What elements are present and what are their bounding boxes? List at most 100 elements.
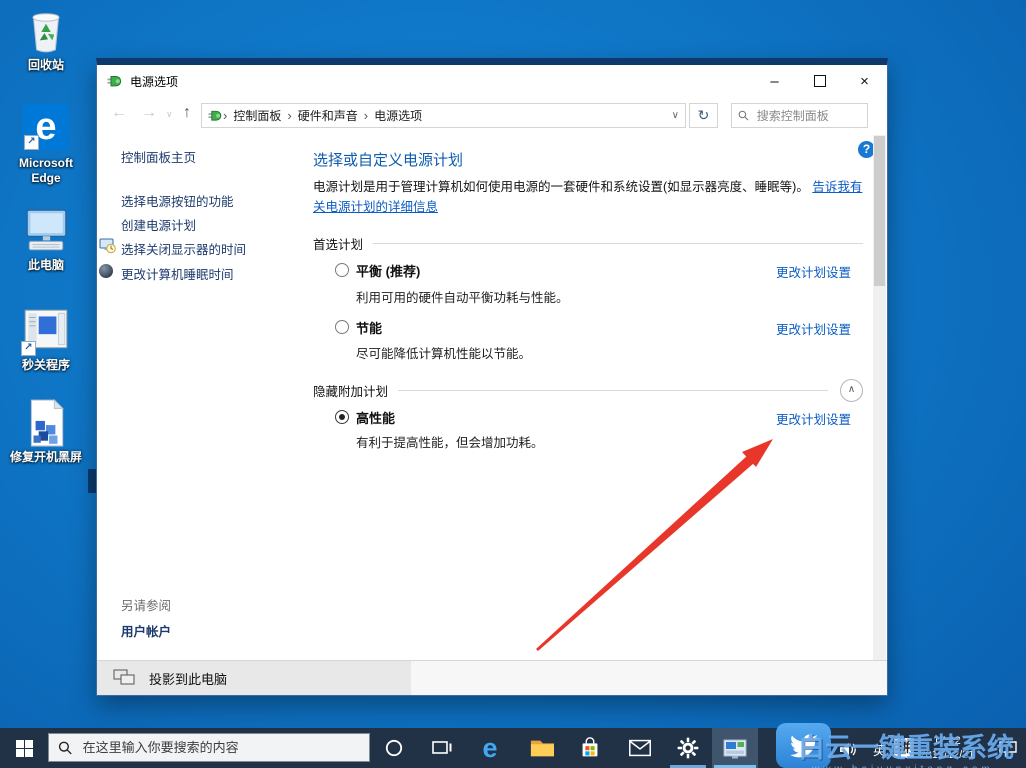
file-explorer-button[interactable]	[522, 728, 562, 768]
search-input[interactable]	[755, 108, 861, 124]
refresh-button[interactable]: ↻	[689, 103, 718, 128]
control-panel-taskbar-button[interactable]	[712, 728, 758, 768]
sidebar-item-power-buttons[interactable]: 选择电源按钮的功能	[121, 191, 234, 210]
main-pane: 选择或自定义电源计划 电源计划是用于管理计算机如何使用电源的一套硬件和系统设置(…	[313, 135, 863, 660]
address-dropdown-icon[interactable]: ∨	[672, 110, 679, 121]
sidebar-item-create-plan[interactable]: 创建电源计划	[121, 215, 196, 234]
maximize-icon	[814, 75, 826, 87]
projector-screen-icon	[113, 669, 137, 687]
ime-pinyin-badge[interactable]: 拼	[894, 738, 914, 758]
desktop-icon-label: 修复开机黑屏	[4, 450, 88, 465]
task-view-button[interactable]	[422, 728, 462, 768]
project-to-pc-row[interactable]: 投影到此电脑	[97, 661, 411, 695]
balanced-radio[interactable]	[335, 263, 349, 277]
plan-row-power-saver: 节能 更改计划设置	[313, 318, 863, 340]
breadcrumb-separator: ›	[287, 108, 291, 123]
bird-icon	[788, 732, 820, 760]
shortcut-arrow-icon: ↗	[24, 135, 39, 150]
plan-name[interactable]: 平衡 (推荐)	[356, 261, 420, 280]
action-center-button[interactable]	[998, 740, 1018, 762]
section-label: 隐藏附加计划	[313, 381, 388, 400]
desktop-icon-label: 秒关程序	[4, 358, 88, 373]
app-window-shortcut-icon: ↗	[20, 306, 72, 356]
cortana-button[interactable]	[374, 728, 414, 768]
change-plan-settings-link[interactable]: 更改计划设置	[776, 319, 851, 338]
desktop: 回收站 e ↗ Microsoft Edge 此电脑	[0, 0, 1026, 768]
desktop-icon-label: Microsoft Edge	[4, 156, 88, 186]
breadcrumb-power-options[interactable]: 电源选项	[374, 107, 422, 124]
see-also-heading: 另请参阅	[121, 595, 171, 614]
control-panel-search-box[interactable]	[731, 103, 868, 128]
control-panel-icon	[721, 736, 749, 761]
change-plan-settings-link[interactable]: 更改计划设置	[776, 262, 851, 281]
plan-name[interactable]: 高性能	[356, 408, 395, 427]
page-title: 选择或自定义电源计划	[313, 149, 463, 170]
desktop-icon-recycle-bin[interactable]: 回收站	[4, 6, 88, 73]
display-clock-icon	[99, 237, 116, 254]
collapse-button[interactable]: ∧	[840, 379, 863, 402]
change-plan-settings-link-high-performance[interactable]: 更改计划设置	[776, 409, 851, 428]
desktop-icon-fix-black-screen[interactable]: 修复开机黑屏	[4, 398, 88, 465]
plan-description: 利用可用的硬件自动平衡功耗与性能。	[356, 287, 776, 306]
sidebar-item-user-accounts[interactable]: 用户帐户	[121, 621, 171, 640]
start-button[interactable]	[0, 728, 48, 768]
intro-text: 电源计划是用于管理计算机如何使用电源的一套硬件和系统设置(如显示器亮度、睡眠等)…	[313, 177, 865, 217]
vertical-scrollbar[interactable]	[873, 135, 886, 660]
section-divider	[398, 390, 828, 391]
ime-language-indicator[interactable]: 英	[873, 740, 886, 759]
recent-pages-chevron-icon[interactable]: ∨	[166, 109, 173, 120]
taskbar-clock[interactable]: 17:42 2019/12/31	[912, 734, 982, 762]
sidebar-item-home[interactable]: 控制面板主页	[121, 147, 196, 166]
section-divider	[373, 243, 863, 244]
sleep-icon	[99, 263, 116, 280]
plan-row-high-performance: 高性能 更改计划设置	[313, 408, 863, 430]
file-explorer-icon	[528, 736, 556, 760]
taskbar-search-input[interactable]	[81, 739, 360, 756]
microsoft-store-button[interactable]	[570, 728, 610, 768]
navigation-bar: ← → ∨ ↑ › 控制面板 › 硬件和声音 › 电源选项 ∨ ↻	[97, 97, 887, 136]
sidebar-item-display-off-time[interactable]: 选择关闭显示器的时间	[121, 239, 246, 258]
settings-button[interactable]	[668, 728, 708, 768]
close-button[interactable]: ×	[842, 65, 887, 97]
breadcrumb-hardware-sound[interactable]: 硬件和声音	[298, 107, 358, 124]
notification-icon	[998, 740, 1018, 757]
search-icon	[58, 740, 73, 756]
taskbar-search-box[interactable]	[48, 733, 370, 762]
plan-name[interactable]: 节能	[356, 318, 382, 337]
microsoft-store-icon	[577, 735, 603, 761]
forward-icon[interactable]: →	[141, 104, 157, 122]
intro-body: 电源计划是用于管理计算机如何使用电源的一套硬件和系统设置(如显示器亮度、睡眠等)…	[313, 180, 809, 194]
desktop-icon-label: 此电脑	[4, 258, 88, 273]
back-icon[interactable]: ←	[111, 104, 127, 122]
power-options-window: 电源选项 – × ← → ∨ ↑ › 控制面板 ›	[96, 58, 888, 696]
edge-taskbar-button[interactable]: e	[470, 728, 510, 768]
power-saver-radio[interactable]	[335, 320, 349, 334]
sidebar-item-sleep-time[interactable]: 更改计算机睡眠时间	[121, 264, 234, 283]
window-bottom-bar: 投影到此电脑	[97, 660, 887, 695]
power-plug-icon	[208, 108, 223, 123]
address-bar[interactable]: › 控制面板 › 硬件和声音 › 电源选项 ∨	[201, 103, 686, 128]
task-view-icon	[429, 737, 455, 759]
taskbar: e	[0, 728, 1026, 768]
gear-icon	[676, 736, 700, 760]
baiyun-app-taskbar-icon[interactable]	[776, 723, 831, 768]
desktop-icon-app-shortcut[interactable]: ↗ 秒关程序	[4, 306, 88, 373]
window-title: 电源选项	[130, 73, 178, 90]
chevron-up-icon: ∧	[848, 384, 855, 395]
volume-icon[interactable]	[839, 741, 858, 763]
scrollbar-thumb[interactable]	[874, 136, 885, 286]
clock-date: 2019/12/31	[912, 748, 982, 762]
up-icon[interactable]: ↑	[183, 104, 191, 122]
breadcrumb-control-panel[interactable]: 控制面板	[233, 107, 281, 124]
windows-logo-icon	[16, 740, 33, 757]
plan-description: 尽可能降低计算机性能以节能。	[356, 343, 776, 362]
maximize-button[interactable]	[797, 65, 842, 97]
mail-button[interactable]	[620, 728, 660, 768]
minimize-button[interactable]: –	[752, 65, 797, 97]
desktop-icon-microsoft-edge[interactable]: e ↗ Microsoft Edge	[4, 102, 88, 186]
window-titlebar: 电源选项 – ×	[97, 65, 887, 97]
shortcut-arrow-icon: ↗	[21, 341, 36, 356]
high-performance-radio[interactable]	[335, 410, 349, 424]
breadcrumb-separator: ›	[364, 108, 368, 123]
desktop-icon-this-pc[interactable]: 此电脑	[4, 206, 88, 273]
